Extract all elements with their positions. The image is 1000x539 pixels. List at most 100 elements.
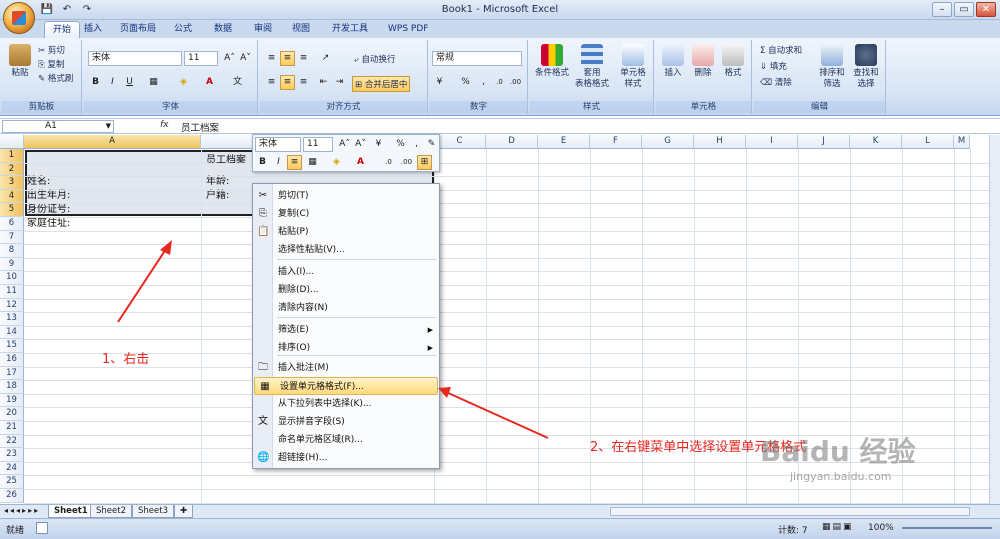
zoom-slider[interactable] (902, 527, 992, 529)
cell-a3[interactable]: 出生年月: (27, 186, 70, 201)
increase-decimal-icon[interactable]: .0 (492, 75, 507, 90)
name-box[interactable]: A1 ▼ (2, 120, 114, 133)
mini-currency-icon[interactable]: ¥ (371, 137, 386, 152)
cell-a4[interactable]: 身份证号: (27, 200, 70, 215)
column-header-j[interactable]: J (798, 135, 850, 149)
insert-sheet-icon[interactable]: ✚ (174, 505, 194, 518)
decrease-decimal-icon[interactable]: .00 (508, 75, 523, 90)
sheet-tab-2[interactable]: Sheet2 (90, 505, 132, 518)
align-left-icon[interactable]: ≡ (264, 75, 279, 90)
wrap-text-button[interactable]: ⤶ 自动换行 (354, 53, 395, 65)
row-header-5[interactable]: 5 (0, 203, 24, 217)
column-header-d[interactable]: D (486, 135, 538, 149)
tab-insert[interactable]: 插入 (76, 21, 110, 38)
clear-button[interactable]: ⌫ 清除 (760, 76, 792, 88)
mini-increase-decimal-icon[interactable]: .0 (381, 155, 396, 170)
close-button[interactable]: ✕ (976, 2, 996, 17)
conditional-format-button[interactable]: 条件格式 (534, 44, 570, 79)
context-menu-item-9[interactable]: 🗀 插入批注(M) (253, 359, 439, 377)
context-menu-item-11[interactable]: 从下拉列表中选择(K)... (253, 395, 439, 413)
mini-italic-icon[interactable]: I (271, 155, 286, 170)
row-header-15[interactable]: 15 (0, 339, 24, 353)
column-header-f[interactable]: F (590, 135, 642, 149)
column-header-g[interactable]: G (642, 135, 694, 149)
percent-button[interactable]: % (458, 75, 473, 90)
sheet-nav-arrows-icon[interactable]: ◂◂◂▸▸▸ (4, 506, 40, 515)
bold-button[interactable]: B (88, 75, 103, 90)
borders-icon[interactable]: ▦ (146, 75, 161, 90)
mini-font-select[interactable]: 宋体 (255, 137, 301, 152)
comma-button[interactable]: , (476, 75, 491, 90)
row-header-20[interactable]: 20 (0, 407, 24, 421)
align-center-icon[interactable]: ≡ (280, 75, 295, 90)
column-header-e[interactable]: E (538, 135, 590, 149)
row-header-4[interactable]: 4 (0, 189, 24, 204)
copy-button[interactable]: ⎘ 复制 (38, 58, 65, 70)
fill-button[interactable]: ⇓ 填充 (760, 60, 787, 72)
cell-styles-button[interactable]: 单元格 样式 (616, 44, 650, 90)
row-header-17[interactable]: 17 (0, 366, 24, 381)
cell-a2[interactable]: 姓名: (27, 172, 50, 187)
context-menu-item-2[interactable]: 📋 粘贴(P) (253, 223, 439, 241)
macro-record-icon[interactable] (36, 522, 48, 534)
mini-font-color-icon[interactable]: A (353, 155, 368, 170)
row-header-25[interactable]: 25 (0, 475, 24, 489)
row-header-1[interactable]: 1 (0, 149, 24, 163)
phonetic-icon[interactable]: 文 (230, 75, 245, 90)
mini-grow-font-icon[interactable]: A˄ (337, 137, 352, 152)
sort-filter-button[interactable]: 排序和 筛选 (816, 44, 848, 90)
row-header-12[interactable]: 12 (0, 298, 24, 313)
row-header-2[interactable]: 2 (0, 162, 24, 177)
column-header-l[interactable]: L (902, 135, 954, 149)
font-name-select[interactable]: 宋体 (88, 51, 182, 66)
find-select-button[interactable]: 查找和 选择 (850, 44, 882, 90)
context-menu-item-14[interactable]: 🌐 超链接(H)... (253, 449, 439, 467)
fill-color-icon[interactable]: ◈ (176, 75, 191, 90)
row-header-19[interactable]: 19 (0, 393, 24, 408)
context-menu-item-5[interactable]: 删除(D)... (253, 281, 439, 299)
row-header-6[interactable]: 6 (0, 217, 24, 231)
row-header-7[interactable]: 7 (0, 230, 24, 245)
row-header-23[interactable]: 23 (0, 448, 24, 462)
tab-home[interactable]: 开始 (44, 21, 81, 38)
context-menu-item-13[interactable]: 命名单元格区域(R)... (253, 431, 439, 449)
context-menu-item-1[interactable]: ⎘ 复制(C) (253, 205, 439, 223)
merge-center-button[interactable]: ⊞ 合并后居中 (352, 76, 411, 92)
row-header-16[interactable]: 16 (0, 353, 24, 367)
mini-size-select[interactable]: 11 (303, 137, 333, 152)
insert-cells-button[interactable]: 插入 (660, 44, 686, 79)
column-header-c[interactable]: C (434, 135, 486, 149)
column-header-i[interactable]: I (746, 135, 798, 149)
increase-indent-icon[interactable]: ⇥ (332, 75, 347, 90)
mini-shrink-font-icon[interactable]: A˅ (353, 137, 368, 152)
chevron-down-icon[interactable]: ▼ (106, 121, 111, 132)
cell-b2[interactable]: 年龄: (206, 172, 229, 187)
row-header-3[interactable]: 3 (0, 176, 24, 190)
mini-borders-icon[interactable]: ▦ (305, 155, 320, 170)
cut-button[interactable]: ✂ 剪切 (38, 44, 65, 56)
align-middle-icon[interactable]: ≡ (280, 51, 295, 66)
format-painter-button[interactable]: ✎ 格式刷 (38, 72, 73, 84)
column-header-h[interactable]: H (694, 135, 746, 149)
tab-page-layout[interactable]: 页面布局 (112, 21, 164, 38)
context-menu-item-12[interactable]: 文显示拼音字段(S) (253, 413, 439, 431)
number-format-select[interactable]: 常规 (432, 51, 522, 66)
mini-merge-icon[interactable]: ⊞ (417, 155, 432, 170)
zoom-level[interactable]: 100% (868, 523, 894, 533)
cell-a1[interactable]: 员工档案 (206, 151, 246, 166)
vertical-scrollbar[interactable] (989, 135, 1000, 504)
minimize-button[interactable]: – (932, 2, 952, 17)
formula-input[interactable]: 员工档案 (181, 120, 219, 134)
row-header-26[interactable]: 26 (0, 489, 24, 503)
context-menu-item-6[interactable]: 清除内容(N) (253, 299, 439, 317)
font-size-select[interactable]: 11 (184, 51, 218, 66)
sheet-tab-3[interactable]: Sheet3 (132, 505, 174, 518)
row-header-18[interactable]: 18 (0, 380, 24, 394)
mini-fill-color-icon[interactable]: ◈ (329, 155, 344, 170)
row-header-10[interactable]: 10 (0, 271, 24, 285)
mini-format-painter-icon[interactable]: ✎ (424, 137, 439, 152)
insert-function-button[interactable]: fx (160, 120, 169, 130)
align-bottom-icon[interactable]: ≡ (296, 51, 311, 66)
delete-cells-button[interactable]: 删除 (690, 44, 716, 79)
column-header-a[interactable]: A (24, 135, 201, 149)
